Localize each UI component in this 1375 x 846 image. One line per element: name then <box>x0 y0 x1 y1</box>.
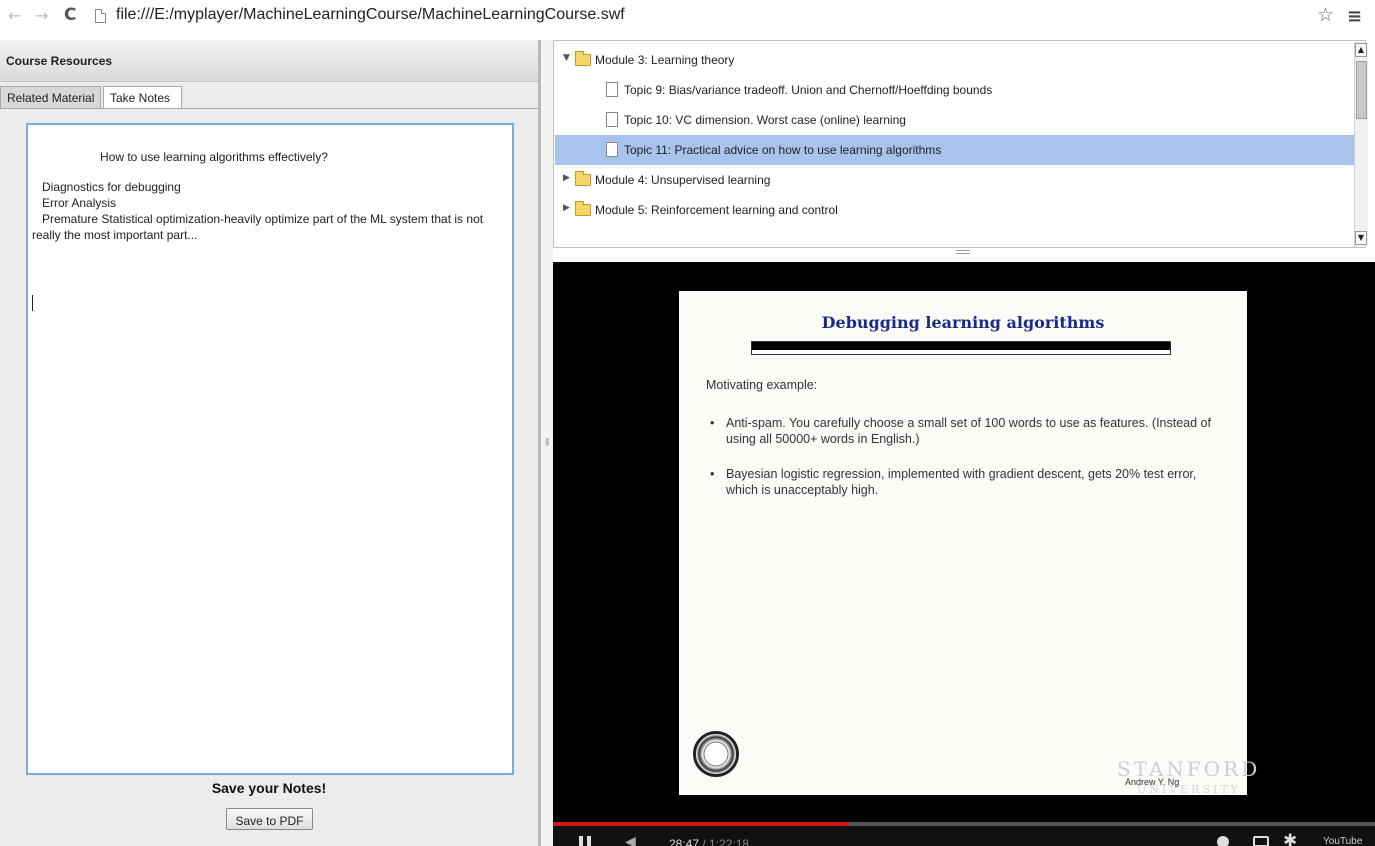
current-time: 28:47 <box>669 837 700 846</box>
notes-textarea[interactable]: How to use learning algorithms effective… <box>26 123 514 775</box>
resize-grip-icon[interactable] <box>956 250 970 254</box>
reload-icon[interactable]: C <box>64 5 76 25</box>
watch-later-icon[interactable] <box>1217 836 1229 846</box>
scroll-down-icon[interactable]: ▼ <box>1355 231 1367 245</box>
tab-divider <box>0 108 538 109</box>
stanford-seal-logo <box>693 731 739 777</box>
tab-related-material[interactable]: Related Material <box>0 86 101 109</box>
course-tree: ▼ Module 3: Learning theory Topic 9: Bia… <box>553 40 1366 248</box>
back-icon[interactable]: ← <box>8 6 21 25</box>
volume-icon[interactable]: ◀ <box>625 834 636 846</box>
slide-bullet: Bayesian logistic regression, implemente… <box>706 466 1226 498</box>
tree-item-label: Module 4: Unsupervised learning <box>595 173 771 187</box>
gear-icon[interactable]: ✱ <box>1283 831 1297 846</box>
tree-item-label: Topic 10: VC dimension. Worst case (onli… <box>624 113 906 127</box>
resources-header: Course Resources <box>0 40 538 82</box>
page-icon <box>95 9 106 23</box>
slide-intro: Motivating example: <box>706 378 818 392</box>
note-line: really the most important part... <box>32 228 198 242</box>
document-icon <box>606 82 618 97</box>
save-notes-title: Save your Notes! <box>211 780 327 796</box>
pause-icon[interactable] <box>579 836 591 846</box>
tree-item-label: Module 3: Learning theory <box>595 53 735 67</box>
save-to-pdf-button[interactable]: Save to PDF <box>226 808 313 830</box>
lecture-slide: Debugging learning algorithms Motivating… <box>679 291 1257 796</box>
note-line: Error Analysis <box>32 196 117 210</box>
video-time: 28:47 / 1:22:18 <box>669 837 749 846</box>
address-bar[interactable]: file:///E:/myplayer/MachineLearningCours… <box>116 6 625 24</box>
slide-body: Motivating example: Anti-spam. You caref… <box>706 377 1226 517</box>
folder-icon <box>575 201 591 216</box>
youtube-logo[interactable]: YouTube <box>1323 836 1362 846</box>
notes-heading: How to use learning algorithms effective… <box>100 150 328 164</box>
slide-bullet: Anti-spam. You carefully choose a small … <box>706 415 1226 447</box>
document-icon <box>606 112 618 127</box>
collapse-arrow-icon[interactable]: ▶ <box>563 173 570 183</box>
tree-item-module-3[interactable]: ▼ Module 3: Learning theory <box>555 45 1355 75</box>
text-caret <box>32 295 33 311</box>
tree-item-label: Topic 9: Bias/variance tradeoff. Union a… <box>624 83 993 97</box>
folder-icon <box>575 171 591 186</box>
captions-icon[interactable] <box>1253 836 1269 846</box>
browser-menu-icon[interactable]: ≡ <box>1347 6 1362 27</box>
note-line: Diagnostics for debugging <box>32 180 181 194</box>
notes-content: How to use learning algorithms effective… <box>32 149 512 243</box>
expand-arrow-icon[interactable]: ▼ <box>563 53 570 63</box>
course-resources-panel: Course Resources Related Material Take N… <box>0 40 541 846</box>
browser-toolbar: ← → C file:///E:/myplayer/MachineLearnin… <box>0 0 1375 36</box>
duration: / 1:22:18 <box>699 837 750 846</box>
tree-item-label: Module 5: Reinforcement learning and con… <box>595 203 838 217</box>
slide-title-rule <box>751 341 1171 355</box>
tree-item-module-4[interactable]: ▶ Module 4: Unsupervised learning <box>555 165 1355 195</box>
bookmark-star-icon[interactable]: ☆ <box>1317 4 1334 26</box>
scrollbar-thumb[interactable] <box>1356 61 1367 119</box>
folder-icon <box>575 51 591 66</box>
collapse-arrow-icon[interactable]: ▶ <box>563 203 570 213</box>
splitter-grip-icon[interactable]: ||| <box>545 437 549 446</box>
note-line: Premature Statistical optimization-heavi… <box>32 212 484 226</box>
video-controls: ◀ 28:47 / 1:22:18 ✱ YouTube <box>553 826 1375 846</box>
tree-item-topic-11[interactable]: Topic 11: Practical advice on how to use… <box>555 135 1355 165</box>
tree-item-topic-9[interactable]: Topic 9: Bias/variance tradeoff. Union a… <box>555 75 1355 105</box>
forward-icon[interactable]: → <box>35 6 48 25</box>
document-icon <box>606 142 618 157</box>
resources-title: Course Resources <box>6 54 113 68</box>
slide-author: Andrew Y. Ng <box>1125 777 1180 787</box>
tab-take-notes[interactable]: Take Notes <box>103 86 182 109</box>
tree-item-module-5[interactable]: ▶ Module 5: Reinforcement learning and c… <box>555 195 1355 225</box>
scroll-up-icon[interactable]: ▲ <box>1355 43 1367 57</box>
slide-title: Debugging learning algorithms <box>821 313 1105 332</box>
tree-item-topic-10[interactable]: Topic 10: VC dimension. Worst case (onli… <box>555 105 1355 135</box>
tree-item-label: Topic 11: Practical advice on how to use… <box>624 143 942 157</box>
